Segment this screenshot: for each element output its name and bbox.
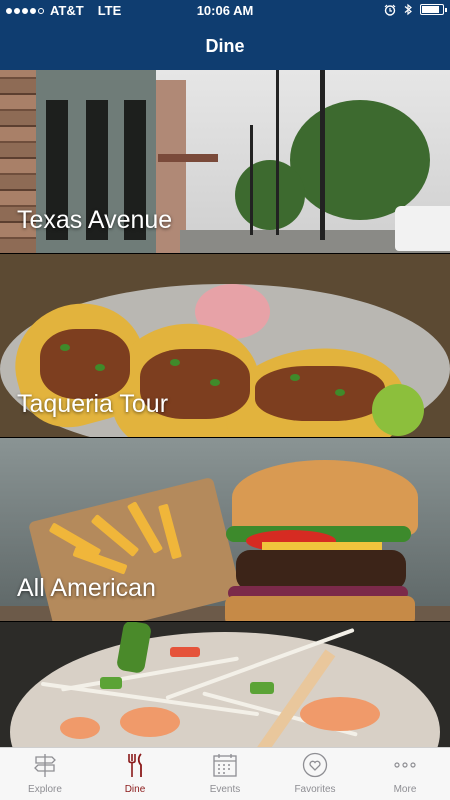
status-bar: AT&T LTE 10:06 AM	[0, 0, 450, 24]
tab-more[interactable]: More	[360, 748, 450, 800]
card-label: All American	[17, 574, 156, 602]
tab-label: Dine	[124, 784, 146, 795]
card-texas-avenue[interactable]: Texas Avenue	[0, 70, 450, 253]
battery-icon	[420, 4, 447, 15]
tab-dine[interactable]: Dine	[90, 748, 180, 800]
herb	[60, 344, 70, 351]
status-right	[384, 3, 447, 16]
tab-explore[interactable]: Explore	[0, 748, 90, 800]
filling	[255, 366, 385, 421]
shrimp	[300, 697, 380, 731]
herb	[290, 374, 300, 381]
awning	[158, 154, 218, 162]
alarm-icon	[384, 4, 396, 16]
card-label: Taqueria Tour	[17, 390, 169, 418]
card-taqueria-tour[interactable]: Taqueria Tour	[0, 254, 450, 437]
card-all-american[interactable]: All American	[0, 438, 450, 621]
tab-bar: Explore Dine Events Favorites More	[0, 747, 450, 800]
parked-car	[395, 206, 450, 251]
bun-bottom	[225, 596, 415, 621]
tab-favorites[interactable]: Favorites	[270, 748, 360, 800]
street-lamp	[250, 125, 253, 235]
tab-label: Events	[209, 784, 241, 795]
street-pole	[320, 70, 325, 240]
vegetable	[100, 677, 122, 689]
calendar-icon	[213, 754, 237, 777]
shrimp	[120, 707, 180, 737]
signpost-icon	[34, 754, 56, 777]
shrimp	[60, 717, 100, 739]
card-noodle-salad[interactable]	[0, 622, 450, 747]
tab-events[interactable]: Events	[180, 748, 270, 800]
vegetable	[250, 682, 274, 694]
status-time: 10:06 AM	[196, 3, 254, 18]
tree	[235, 160, 305, 230]
fork-knife-icon	[128, 753, 142, 777]
herb	[210, 379, 220, 386]
vegetable	[170, 647, 200, 657]
tab-label: Explore	[28, 784, 62, 795]
patty	[236, 550, 406, 590]
filling	[40, 329, 130, 399]
tree	[290, 100, 430, 220]
card-label: Texas Avenue	[17, 206, 173, 234]
page-title: Dine	[205, 36, 245, 56]
tab-label: Favorites	[294, 784, 336, 795]
street-pole	[276, 70, 279, 235]
bluetooth-icon	[404, 3, 412, 16]
tab-label: More	[393, 784, 417, 795]
herb	[335, 389, 345, 396]
heart-icon	[302, 752, 328, 778]
burger-image	[232, 460, 418, 535]
app-header: AT&T LTE 10:06 AM Dine	[0, 0, 450, 70]
dine-category-list[interactable]: Texas Avenue Taqueria Tour All American	[0, 70, 450, 747]
herb	[95, 364, 105, 371]
battery-level	[422, 6, 439, 13]
ellipsis-icon	[394, 762, 416, 768]
herb	[170, 359, 180, 366]
lime	[372, 384, 424, 436]
